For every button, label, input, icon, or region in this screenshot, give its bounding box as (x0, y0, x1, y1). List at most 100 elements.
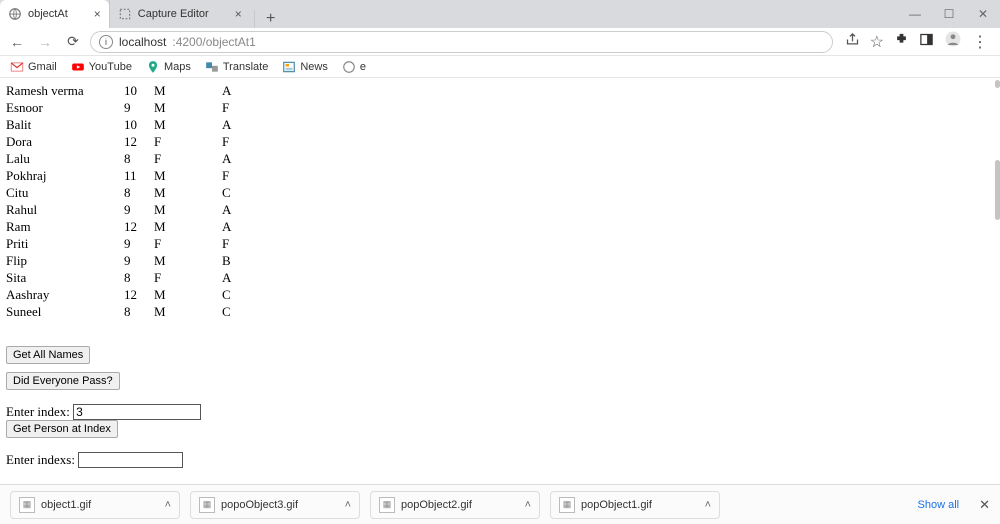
cell-v2: F (154, 150, 222, 167)
cell-v3: A (222, 201, 252, 218)
page-viewport: Ramesh verma10MAEsnoor9MFBalit10MADora12… (0, 78, 995, 484)
bookmark-gmail[interactable]: Gmail (10, 60, 57, 74)
cell-v3: A (222, 269, 252, 286)
share-icon[interactable] (845, 32, 860, 52)
indexs-input[interactable] (78, 452, 183, 468)
chevron-up-icon[interactable]: ˄ (525, 499, 531, 511)
forward-button[interactable]: → (34, 31, 56, 53)
bookmark-news[interactable]: News (282, 60, 328, 74)
tab-title: Capture Editor (138, 8, 209, 20)
cell-name: Rahul (6, 201, 124, 218)
people-table: Ramesh verma10MAEsnoor9MFBalit10MADora12… (6, 82, 252, 320)
cell-v3: C (222, 184, 252, 201)
table-row: Lalu8FA (6, 150, 252, 167)
cell-v1: 12 (124, 286, 154, 303)
cell-v2: M (154, 286, 222, 303)
extensions-icon[interactable] (894, 32, 909, 52)
table-row: Citu8MC (6, 184, 252, 201)
browser-tabstrip: objectAt × Capture Editor × + — ☐ ✕ (0, 0, 1000, 28)
file-icon: ▦ (199, 497, 215, 513)
menu-icon[interactable]: ⋮ (972, 32, 988, 52)
cell-v1: 12 (124, 218, 154, 235)
did-everyone-pass-button[interactable]: Did Everyone Pass? (6, 372, 120, 390)
cell-v3: A (222, 218, 252, 235)
cell-v3: F (222, 133, 252, 150)
download-item[interactable]: ▦ popoObject3.gif ˄ (190, 491, 360, 519)
bookmark-label: YouTube (89, 61, 132, 73)
bookmark-e[interactable]: e (342, 60, 366, 74)
cell-v1: 9 (124, 201, 154, 218)
download-filename: popoObject3.gif (221, 499, 298, 511)
download-item[interactable]: ▦object1.gif˄ (10, 491, 180, 519)
tab-title: objectAt (28, 8, 68, 20)
download-filename: popObject2.gif (401, 499, 472, 511)
cell-v1: 10 (124, 82, 154, 99)
cell-name: Citu (6, 184, 124, 201)
profile-icon[interactable] (944, 30, 962, 53)
cell-v1: 8 (124, 269, 154, 286)
cell-name: Sita (6, 269, 124, 286)
bookmark-maps[interactable]: Maps (146, 60, 191, 74)
downloads-shelf: ▦object1.gif˄▦popoObject3.gif˄▦popObject… (0, 484, 1000, 524)
toolbar-right: ☆ ⋮ (839, 30, 994, 53)
tab-capture-editor[interactable]: Capture Editor × (109, 0, 250, 28)
table-row: Pokhraj11MF (6, 167, 252, 184)
close-icon[interactable]: × (94, 7, 101, 21)
scrollbar-thumb[interactable] (995, 160, 1000, 220)
globe-icon (342, 60, 356, 74)
get-all-names-button[interactable]: Get All Names (6, 346, 90, 364)
tab-objectat[interactable]: objectAt × (0, 0, 109, 28)
chevron-up-icon[interactable]: ˄ (705, 499, 711, 511)
cell-v2: M (154, 167, 222, 184)
cell-name: Dora (6, 133, 124, 150)
cell-v3: F (222, 99, 252, 116)
bookmark-label: Gmail (28, 61, 57, 73)
cell-v1: 12 (124, 133, 154, 150)
cell-v2: M (154, 184, 222, 201)
cell-v2: M (154, 303, 222, 320)
enter-indexs-label: Enter indexs: (6, 452, 75, 467)
bookmark-label: e (360, 61, 366, 73)
url-bar[interactable]: i localhost:4200/objectAt1 (90, 31, 833, 53)
minimize-button[interactable]: — (898, 0, 932, 28)
back-button[interactable]: ← (6, 31, 28, 53)
get-person-at-index-button[interactable]: Get Person at Index (6, 420, 118, 438)
table-row: Esnoor9MF (6, 99, 252, 116)
close-icon[interactable]: × (235, 7, 242, 21)
table-row: Flip9MB (6, 252, 252, 269)
cell-v3: F (222, 235, 252, 252)
download-filename: object1.gif (41, 499, 91, 511)
chevron-up-icon[interactable]: ˄ (165, 499, 171, 511)
url-host: localhost (119, 35, 166, 49)
new-tab-button[interactable]: + (259, 10, 283, 28)
download-item[interactable]: ▦popObject2.gif˄ (370, 491, 540, 519)
bookmark-youtube[interactable]: YouTube (71, 60, 132, 74)
cell-name: Ramesh verma (6, 82, 124, 99)
star-icon[interactable]: ☆ (870, 32, 884, 52)
bookmark-translate[interactable]: Translate (205, 60, 268, 74)
cell-name: Suneel (6, 303, 124, 320)
show-all-downloads[interactable]: Show all (918, 499, 960, 511)
file-icon: ▦ (559, 497, 575, 513)
download-item[interactable]: ▦popObject1.gif˄ (550, 491, 720, 519)
cell-v1: 9 (124, 235, 154, 252)
side-panel-icon[interactable] (919, 32, 934, 52)
index-input[interactable] (73, 404, 201, 420)
cell-v1: 8 (124, 150, 154, 167)
cell-name: Priti (6, 235, 124, 252)
info-icon[interactable]: i (99, 35, 113, 49)
cell-v3: B (222, 252, 252, 269)
globe-icon (8, 7, 22, 21)
close-window-button[interactable]: ✕ (966, 0, 1000, 28)
table-row: Aashray12MC (6, 286, 252, 303)
cell-v1: 9 (124, 99, 154, 116)
bookmark-label: Translate (223, 61, 268, 73)
chevron-up-icon[interactable]: ˄ (345, 499, 351, 511)
cell-v1: 8 (124, 303, 154, 320)
table-row: Dora12FF (6, 133, 252, 150)
maximize-button[interactable]: ☐ (932, 0, 966, 28)
reload-button[interactable]: ⟳ (62, 31, 84, 53)
cell-v2: M (154, 99, 222, 116)
scrollbar[interactable] (995, 80, 1000, 88)
close-downloads-shelf[interactable]: ✕ (979, 497, 990, 513)
